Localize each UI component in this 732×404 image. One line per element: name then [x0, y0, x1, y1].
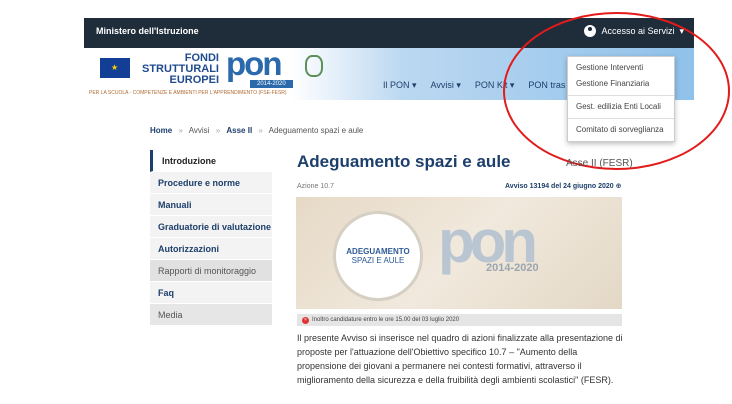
pon-years: 2014-2020 [250, 80, 293, 88]
sidebar-menu: Introduzione Procedure e norme Manuali G… [150, 150, 272, 326]
hero-banner: ADEGUAMENTO SPAZI E AULE pon 2014-2020 [296, 197, 622, 309]
header-tagline: PER LA SCUOLA - COMPETENZE E AMBIENTI PE… [89, 90, 287, 96]
sidebar-item-faq[interactable]: Faq [150, 282, 272, 304]
fondi-line-3: EUROPEI [169, 74, 219, 86]
sidebar-item-autorizzazioni[interactable]: Autorizzazioni [150, 238, 272, 260]
breadcrumb-home[interactable]: Home [150, 126, 172, 135]
banner-years: 2014-2020 [486, 262, 539, 274]
avviso-link[interactable]: Avviso 13194 del 24 giugno 2020 ⊕ [505, 182, 622, 190]
breadcrumb: Home » Avvisi » Asse II » Adeguamento sp… [150, 126, 363, 135]
sidebar-item-rapporti[interactable]: Rapporti di monitoraggio [150, 260, 272, 282]
sidebar-item-introduzione[interactable]: Introduzione [150, 150, 272, 172]
page-title: Adeguamento spazi e aule [297, 152, 511, 171]
breadcrumb-asse[interactable]: Asse II [226, 126, 252, 135]
asse-label: Asse II (FESR) [566, 158, 633, 169]
deadline-text: Inoltro candidature entro le ore 15.00 d… [312, 317, 460, 323]
sidebar-item-procedure[interactable]: Procedure e norme [150, 172, 272, 194]
nav-item-avvisi[interactable]: Avvisi ▾ [431, 80, 461, 91]
deadline-alert: × Inoltro candidature entro le ore 15.00… [297, 314, 622, 326]
sidebar-item-media[interactable]: Media [150, 304, 272, 326]
breadcrumb-avvisi[interactable]: Avvisi [189, 126, 210, 135]
breadcrumb-current: Adeguamento spazi e aule [268, 126, 364, 135]
eu-flag-icon: ★ [100, 58, 130, 78]
badge-line-2: SPAZI E AULE [351, 256, 405, 265]
pon-logo[interactable]: pon [226, 47, 283, 80]
republic-emblem-icon [305, 55, 323, 77]
annotation-circle [503, 12, 730, 170]
banner-badge: ADEGUAMENTO SPAZI E AULE [333, 211, 423, 301]
breadcrumb-separator: » [258, 126, 263, 135]
nav-item-il-pon[interactable]: Il PON ▾ [383, 80, 417, 91]
breadcrumb-separator: » [215, 126, 221, 135]
ministry-label: Ministero dell'Istruzione [96, 26, 199, 36]
sidebar-item-manuali[interactable]: Manuali [150, 194, 272, 216]
fondi-strutturali-logo: FONDI STRUTTURALI EUROPEI [134, 53, 219, 86]
intro-paragraph: Il presente Avviso si inserisce nel quad… [297, 333, 623, 385]
breadcrumb-separator: » [178, 126, 183, 135]
close-circle-icon: × [302, 316, 309, 324]
azione-label: Azione 10.7 [297, 183, 334, 190]
badge-line-1: ADEGUAMENTO [346, 247, 410, 256]
sidebar-item-graduatorie[interactable]: Graduatorie di valutazione [150, 216, 272, 238]
